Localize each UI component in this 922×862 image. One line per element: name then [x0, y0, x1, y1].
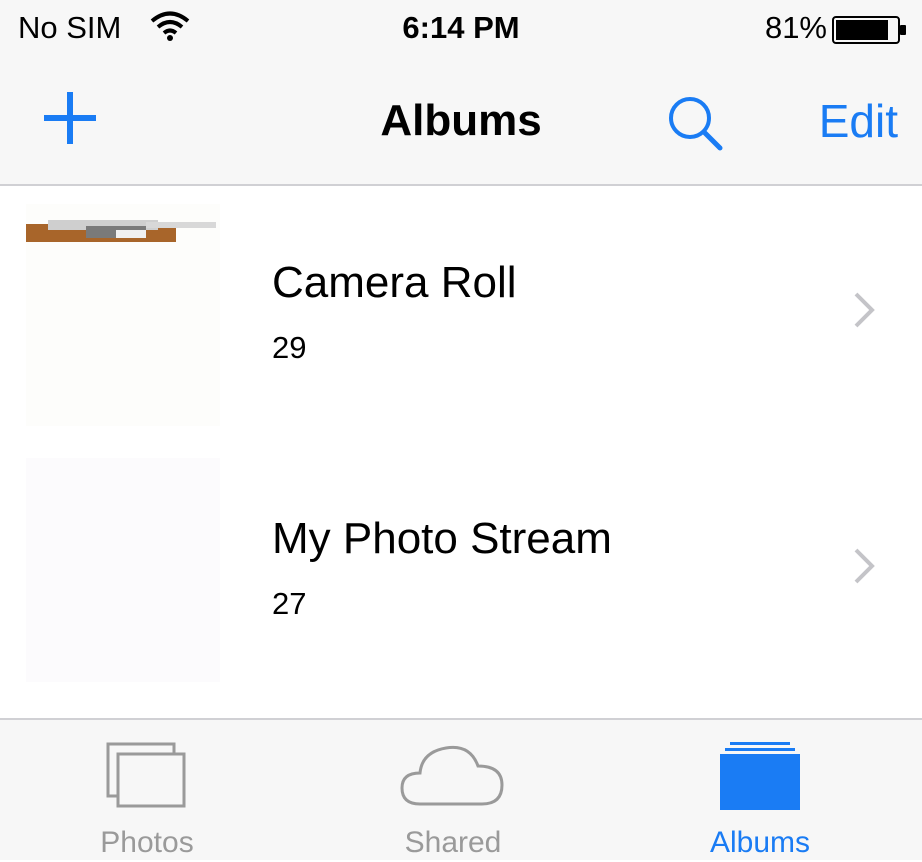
- album-title: Camera Roll: [272, 258, 517, 307]
- album-row-my-photo-stream[interactable]: My Photo Stream 27: [0, 442, 922, 698]
- navigation-bar: Albums Edit: [0, 62, 922, 186]
- tab-bar: Photos Shared Albums: [0, 718, 922, 860]
- photo-strip-image: [26, 220, 216, 242]
- chevron-right-icon: [854, 292, 875, 328]
- album-count: 27: [272, 586, 307, 621]
- album-title: My Photo Stream: [272, 514, 612, 563]
- cloud-icon: [400, 745, 504, 806]
- album-count: 29: [272, 330, 307, 365]
- search-icon[interactable]: [664, 92, 728, 156]
- tab-photos[interactable]: Photos: [67, 720, 227, 862]
- tab-label: Photos: [100, 826, 194, 859]
- battery-icon: [832, 16, 906, 44]
- tab-label: Shared: [404, 826, 502, 859]
- tab-label: Albums: [709, 826, 811, 859]
- edit-button[interactable]: Edit: [819, 94, 898, 148]
- albums-list: Camera Roll 29 My Photo Stream 27: [0, 186, 922, 718]
- battery-percent: 81%: [764, 10, 827, 45]
- photos-icon: [106, 742, 186, 808]
- album-thumbnail: [26, 458, 220, 682]
- albums-icon: [720, 742, 800, 810]
- chevron-right-icon: [854, 548, 875, 584]
- album-row-camera-roll[interactable]: Camera Roll 29: [0, 186, 922, 442]
- status-bar: No SIM 6:14 PM 81%: [0, 0, 922, 62]
- page-title: Albums: [380, 96, 542, 145]
- tab-albums[interactable]: Albums: [680, 720, 840, 862]
- tab-shared[interactable]: Shared: [373, 720, 533, 862]
- album-thumbnail: [26, 204, 220, 426]
